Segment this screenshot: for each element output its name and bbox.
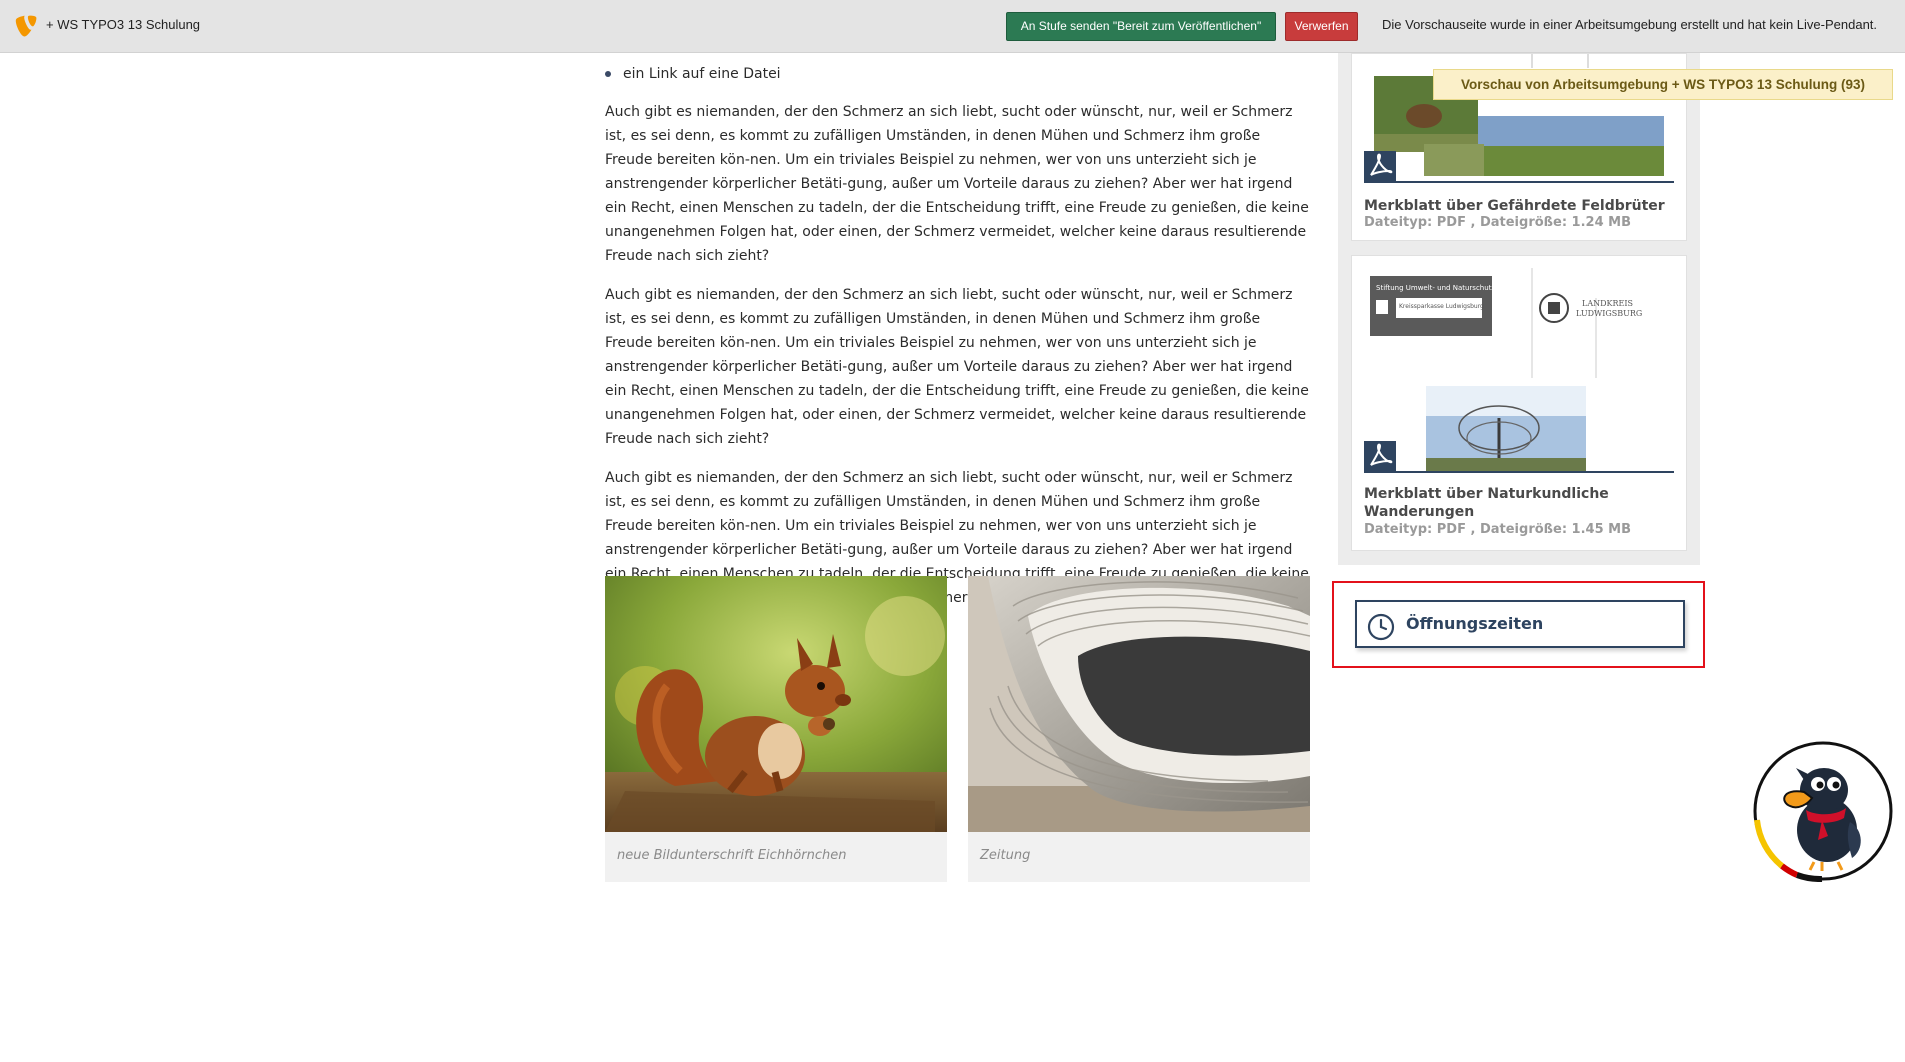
pdf-icon [1364, 441, 1396, 471]
squirrel-image[interactable] [605, 576, 947, 832]
figure-caption: neue Bildunterschrift Eichhörnchen [617, 848, 847, 863]
send-to-stage-button[interactable]: An Stufe senden "Bereit zum Veröffentlic… [1006, 12, 1276, 41]
paragraph: Auch gibt es niemanden, der den Schmerz … [605, 287, 1309, 447]
workspace-preview-badge: Vorschau von Arbeitsumgebung + WS TYPO3 … [1433, 69, 1893, 100]
thumb-text: Stiftung Umwelt- und Naturschutz [1376, 284, 1495, 292]
workspace-title: + WS TYPO3 13 Schulung [46, 17, 201, 32]
figure-caption: Zeitung [980, 848, 1031, 863]
discard-button[interactable]: Verwerfen [1285, 12, 1358, 41]
opening-hours-button[interactable]: Öffnungszeiten [1355, 600, 1685, 648]
image-gallery: neue Bildunterschrift Eichhörnchen Zeitu… [605, 576, 1310, 882]
download-meta: Dateityp: PDF , Dateigröße: 1.45 MB [1364, 522, 1631, 537]
newspaper-image[interactable] [968, 576, 1310, 832]
download-card[interactable]: Stiftung Umwelt- und Naturschutz Kreissp… [1351, 255, 1687, 551]
figure-newspaper: Zeitung [968, 576, 1310, 882]
highlight-frame: Öffnungszeiten [1332, 581, 1705, 668]
raven-mascot-icon[interactable] [1752, 740, 1894, 882]
download-title[interactable]: Merkblatt über Naturkundliche Wanderunge… [1364, 485, 1664, 521]
sidebar: Merkblatt über Gefährdete Feldbrüter Dat… [1338, 53, 1700, 565]
opening-hours-label: Öffnungszeiten [1406, 614, 1544, 633]
download-title[interactable]: Merkblatt über Gefährdete Feldbrüter [1364, 197, 1665, 215]
thumb-text: Kreissparkasse Ludwigsburg [1399, 303, 1484, 310]
typo3-logo-icon[interactable] [14, 14, 38, 38]
workspace-info-text: Die Vorschauseite wurde in einer Arbeits… [1382, 17, 1878, 32]
clock-icon [1367, 613, 1395, 641]
figure-squirrel: neue Bildunterschrift Eichhörnchen [605, 576, 947, 882]
list-item-file-link[interactable]: ein Link auf eine Datei [605, 64, 1310, 84]
svg-text:LUDWIGSBURG: LUDWIGSBURG [1576, 309, 1642, 318]
pdf-cover-image: Stiftung Umwelt- und Naturschutz Kreissp… [1364, 268, 1674, 471]
main-content: ein Link auf eine Datei Auch gibt es nie… [605, 64, 1310, 634]
pdf-thumbnail: Stiftung Umwelt- und Naturschutz Kreissp… [1364, 268, 1674, 473]
workspace-preview-bar: + WS TYPO3 13 Schulung An Stufe senden "… [0, 0, 1905, 53]
paragraph: Auch gibt es niemanden, der den Schmerz … [605, 104, 1309, 264]
pdf-icon [1364, 151, 1396, 181]
download-meta: Dateityp: PDF , Dateigröße: 1.24 MB [1364, 215, 1631, 230]
svg-text:LANDKREIS: LANDKREIS [1582, 299, 1633, 308]
